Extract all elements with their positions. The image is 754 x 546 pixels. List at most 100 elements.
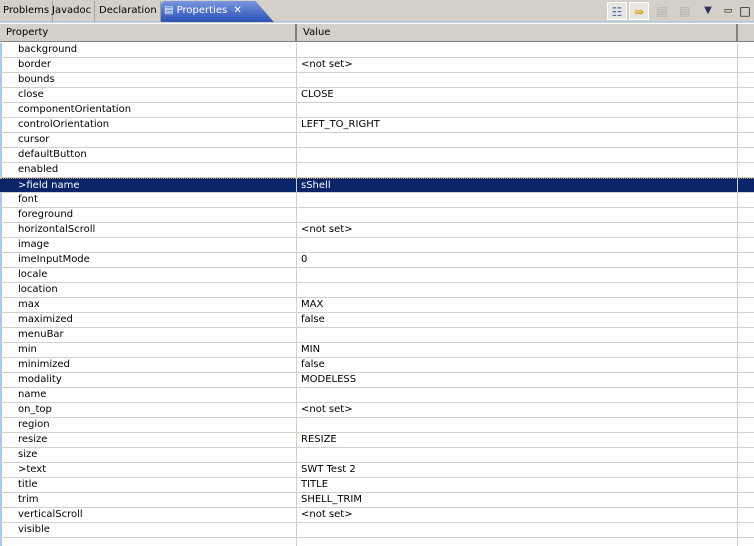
property-name: componentOrientation bbox=[18, 104, 132, 115]
table-row[interactable]: title TITLE bbox=[0, 478, 754, 493]
property-name: foreground bbox=[18, 209, 74, 220]
property-value[interactable]: RESIZE bbox=[301, 433, 337, 447]
maximize-icon[interactable]: □ bbox=[735, 2, 754, 20]
column-divider bbox=[296, 43, 297, 546]
table-row[interactable]: region bbox=[0, 418, 754, 433]
restore-default-icon[interactable]: ▤ bbox=[652, 2, 672, 20]
close-icon[interactable]: ✕ bbox=[233, 5, 241, 16]
show-categories-icon[interactable]: ☷ bbox=[607, 2, 627, 20]
table-row[interactable]: >text SWT Test 2 bbox=[0, 463, 754, 478]
table-row[interactable]: border <not set> bbox=[0, 58, 754, 73]
table-row[interactable]: menuBar bbox=[0, 328, 754, 343]
table-row[interactable]: cursor bbox=[0, 133, 754, 148]
view-tab-bar: Problems Javadoc Declaration ▤ Propertie… bbox=[0, 0, 754, 22]
property-name: resize bbox=[18, 434, 48, 445]
property-name: enabled bbox=[18, 164, 59, 175]
property-value[interactable]: 0 bbox=[301, 253, 307, 267]
property-value[interactable]: sShell bbox=[301, 179, 331, 193]
property-value[interactable]: TITLE bbox=[301, 478, 328, 492]
restore-value-icon[interactable]: ▤ bbox=[675, 2, 695, 20]
property-name: visible bbox=[18, 524, 50, 535]
property-name: title bbox=[18, 479, 38, 490]
property-name: region bbox=[18, 419, 50, 430]
property-name: locale bbox=[18, 269, 48, 280]
property-value[interactable]: MIN bbox=[301, 343, 320, 357]
view-menu-icon[interactable]: ▼ bbox=[698, 2, 718, 20]
property-value[interactable]: <not set> bbox=[301, 58, 353, 72]
property-name: minimized bbox=[18, 359, 70, 370]
table-row[interactable]: background bbox=[0, 43, 754, 58]
table-row[interactable]: modality MODELESS bbox=[0, 373, 754, 388]
property-name: on_top bbox=[18, 404, 52, 415]
property-value[interactable]: <not set> bbox=[301, 508, 353, 522]
property-name: background bbox=[18, 44, 78, 55]
table-row[interactable]: defaultButton bbox=[0, 148, 754, 163]
property-name: bounds bbox=[18, 74, 55, 85]
property-value[interactable]: LEFT_TO_RIGHT bbox=[301, 118, 380, 132]
tab-javadoc[interactable]: Javadoc bbox=[49, 1, 96, 22]
table-row[interactable]: foreground bbox=[0, 208, 754, 223]
table-row[interactable]: size bbox=[0, 448, 754, 463]
property-value[interactable]: <not set> bbox=[301, 223, 353, 237]
column-header-property[interactable]: Property bbox=[0, 24, 297, 42]
property-value[interactable]: MODELESS bbox=[301, 373, 356, 387]
table-row[interactable]: controlOrientation LEFT_TO_RIGHT bbox=[0, 118, 754, 133]
property-name: >text bbox=[18, 464, 47, 475]
table-row[interactable]: visible bbox=[0, 523, 754, 538]
table-row[interactable]: resize RESIZE bbox=[0, 433, 754, 448]
property-name: defaultButton bbox=[18, 149, 87, 160]
column-header-value[interactable]: Value bbox=[297, 24, 738, 42]
property-value[interactable]: false bbox=[301, 313, 325, 327]
tab-properties[interactable]: ▤ Properties ✕ bbox=[161, 1, 251, 22]
table-row[interactable]: enabled bbox=[0, 163, 754, 178]
tab-declaration[interactable]: Declaration bbox=[96, 1, 161, 22]
table-row[interactable]: bounds bbox=[0, 73, 754, 88]
column-header-filler bbox=[738, 24, 754, 42]
property-value[interactable]: MAX bbox=[301, 298, 323, 312]
table-row[interactable]: locale bbox=[0, 268, 754, 283]
property-value[interactable]: SWT Test 2 bbox=[301, 463, 356, 477]
property-name: min bbox=[18, 344, 37, 355]
table-row[interactable]: maximized false bbox=[0, 313, 754, 328]
property-name: location bbox=[18, 284, 58, 295]
property-name: modality bbox=[18, 374, 62, 385]
table-row[interactable]: minimized false bbox=[0, 358, 754, 373]
table-row[interactable]: componentOrientation bbox=[0, 103, 754, 118]
properties-icon: ▤ bbox=[164, 5, 174, 16]
property-value[interactable]: <not set> bbox=[301, 403, 353, 417]
property-name: image bbox=[18, 239, 50, 250]
table-row[interactable]: on_top <not set> bbox=[0, 403, 754, 418]
property-value[interactable]: false bbox=[301, 358, 325, 372]
table-row[interactable]: image bbox=[0, 238, 754, 253]
table-row[interactable]: max MAX bbox=[0, 298, 754, 313]
table-row[interactable]: horizontalScroll <not set> bbox=[0, 223, 754, 238]
property-name: horizontalScroll bbox=[18, 224, 96, 235]
table-row[interactable]: name bbox=[0, 388, 754, 403]
property-name: size bbox=[18, 449, 38, 460]
column-divider bbox=[737, 43, 738, 546]
property-value[interactable]: SHELL_TRIM bbox=[301, 493, 362, 507]
property-name: close bbox=[18, 89, 44, 100]
tab-properties-label: Properties bbox=[176, 5, 228, 16]
property-name: cursor bbox=[18, 134, 50, 145]
property-name: font bbox=[18, 194, 38, 205]
table-row[interactable]: close CLOSE bbox=[0, 88, 754, 103]
table-row[interactable]: font bbox=[0, 193, 754, 208]
property-name: menuBar bbox=[18, 329, 64, 340]
property-value[interactable]: CLOSE bbox=[301, 88, 334, 102]
property-name: max bbox=[18, 299, 40, 310]
table-row[interactable]: location bbox=[0, 283, 754, 298]
property-name: name bbox=[18, 389, 47, 400]
property-name: verticalScroll bbox=[18, 509, 83, 520]
table-row[interactable]: >field name sShell bbox=[0, 178, 754, 193]
show-advanced-icon[interactable]: ⇛ bbox=[629, 2, 649, 20]
table-row[interactable]: imeInputMode 0 bbox=[0, 253, 754, 268]
property-name: controlOrientation bbox=[18, 119, 110, 130]
table-row[interactable]: trim SHELL_TRIM bbox=[0, 493, 754, 508]
property-name: imeInputMode bbox=[18, 254, 90, 265]
tab-problems[interactable]: Problems bbox=[0, 1, 54, 22]
table-row[interactable]: min MIN bbox=[0, 343, 754, 358]
table-row[interactable]: verticalScroll <not set> bbox=[0, 508, 754, 523]
property-name: border bbox=[18, 59, 52, 70]
properties-table: Property Value background border <not set>… bbox=[0, 23, 754, 546]
